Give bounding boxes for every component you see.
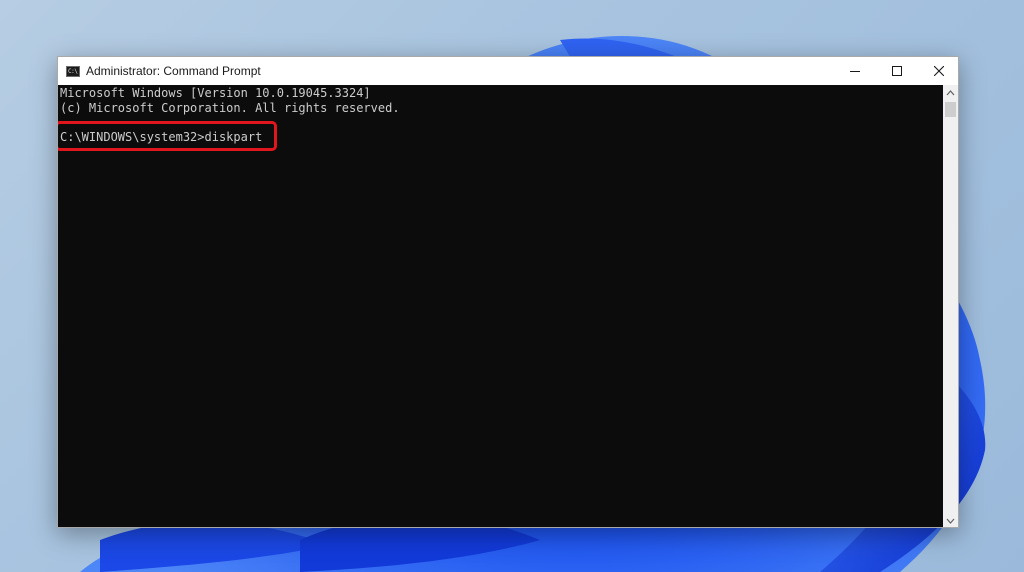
- minimize-icon: [850, 71, 860, 72]
- command-prompt-window[interactable]: C:\ Administrator: Command Prompt Micros…: [57, 56, 959, 528]
- close-button[interactable]: [918, 57, 960, 85]
- maximize-button[interactable]: [876, 57, 918, 85]
- scroll-thumb[interactable]: [945, 102, 956, 117]
- maximize-icon: [892, 66, 902, 76]
- command-prompt-icon-label: C:\: [68, 68, 78, 75]
- scroll-down-button[interactable]: [943, 513, 958, 527]
- desktop: C:\ Administrator: Command Prompt Micros…: [0, 0, 1024, 572]
- chevron-up-icon: [946, 90, 955, 96]
- chevron-down-icon: [946, 518, 955, 524]
- console-output[interactable]: Microsoft Windows [Version 10.0.19045.33…: [58, 85, 943, 527]
- minimize-button[interactable]: [834, 57, 876, 85]
- title-bar[interactable]: C:\ Administrator: Command Prompt: [58, 57, 958, 85]
- scroll-up-button[interactable]: [943, 85, 958, 99]
- command-highlight-box: [58, 121, 277, 151]
- command-prompt-icon: C:\: [66, 66, 80, 77]
- console-line-version: Microsoft Windows [Version 10.0.19045.33…: [60, 86, 371, 100]
- close-icon: [934, 66, 944, 76]
- console-line-copyright: (c) Microsoft Corporation. All rights re…: [60, 101, 400, 115]
- window-title: Administrator: Command Prompt: [86, 64, 261, 78]
- vertical-scrollbar[interactable]: [943, 85, 958, 527]
